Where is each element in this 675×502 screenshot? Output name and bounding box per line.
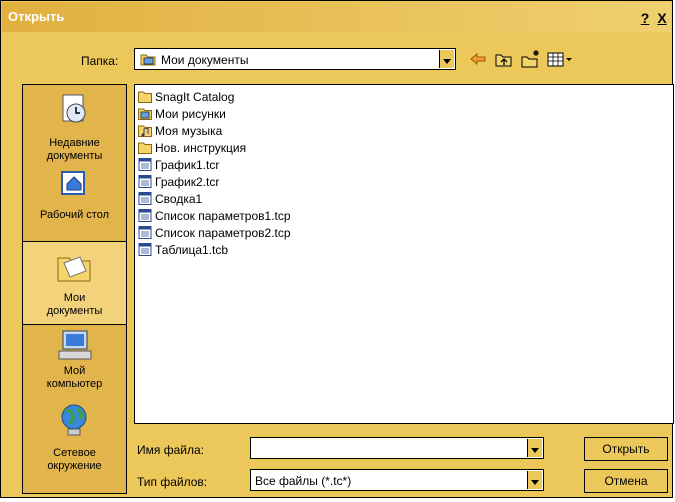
recent-documents-icon <box>62 94 86 123</box>
network-icon <box>61 404 87 436</box>
place-label-network: Сетевое окружение <box>47 447 102 472</box>
new-folder-icon[interactable] <box>521 49 541 69</box>
place-label-desktop: Рабочий стол <box>39 209 110 221</box>
help-button[interactable]: ? <box>638 10 652 26</box>
document-icon <box>138 192 152 205</box>
lookin-dropdown-button[interactable] <box>439 50 454 68</box>
open-file-dialog: Открыть ? X Папка: Мои документы Недавни… <box>0 0 674 498</box>
filename-dropdown-button[interactable] <box>527 439 542 457</box>
cancel-button[interactable]: Отмена <box>584 469 668 493</box>
filetype-dropdown-button[interactable] <box>527 471 542 489</box>
places-bar: Недавние документы Рабочий стол Мои доку… <box>22 84 127 494</box>
place-label-my-documents: Мои документы <box>46 292 103 317</box>
place-my-computer[interactable]: Мой компьютер <box>23 327 126 403</box>
my-documents-folder-icon <box>57 256 91 282</box>
file-list[interactable]: SnagIt Catalog Мои рисунки Моя музыка Но… <box>134 84 674 424</box>
place-desktop[interactable]: Рабочий стол <box>23 169 126 241</box>
document-icon <box>138 175 152 188</box>
view-menu-icon[interactable] <box>547 49 575 69</box>
lookin-label: Папка: <box>81 54 119 68</box>
document-icon <box>138 243 152 256</box>
document-icon <box>138 209 152 222</box>
filename-label: Имя файла: <box>137 443 204 457</box>
place-recent[interactable]: Недавние документы <box>23 85 126 167</box>
music-folder-icon <box>138 125 152 137</box>
filename-input[interactable] <box>250 437 544 459</box>
lookin-value: Мои документы <box>161 53 249 67</box>
place-label-recent: Недавние документы <box>46 137 103 162</box>
folder-icon <box>138 91 152 103</box>
open-button[interactable]: Открыть <box>584 437 668 461</box>
place-network[interactable]: Сетевое окружение <box>23 403 126 483</box>
up-folder-icon[interactable] <box>495 49 513 69</box>
filetype-value: Все файлы (*.tc*) <box>255 474 352 488</box>
lookin-combo[interactable]: Мои документы <box>134 48 456 70</box>
document-icon <box>138 158 152 171</box>
back-icon[interactable] <box>469 49 487 69</box>
my-computer-icon <box>58 330 92 360</box>
title-bar[interactable]: Открыть ? X <box>2 2 671 32</box>
window-title: Открыть <box>8 9 65 24</box>
close-button[interactable]: X <box>655 10 669 26</box>
pictures-folder-icon <box>138 108 152 120</box>
place-label-my-computer: Мой компьютер <box>46 365 103 390</box>
my-documents-icon <box>140 54 156 66</box>
place-my-documents[interactable]: Мои документы <box>23 241 126 325</box>
desktop-icon <box>61 171 85 195</box>
filetype-label: Тип файлов: <box>137 475 208 489</box>
document-icon <box>138 226 152 239</box>
filetype-select[interactable]: Все файлы (*.tc*) <box>250 469 544 491</box>
folder-icon <box>138 142 152 154</box>
